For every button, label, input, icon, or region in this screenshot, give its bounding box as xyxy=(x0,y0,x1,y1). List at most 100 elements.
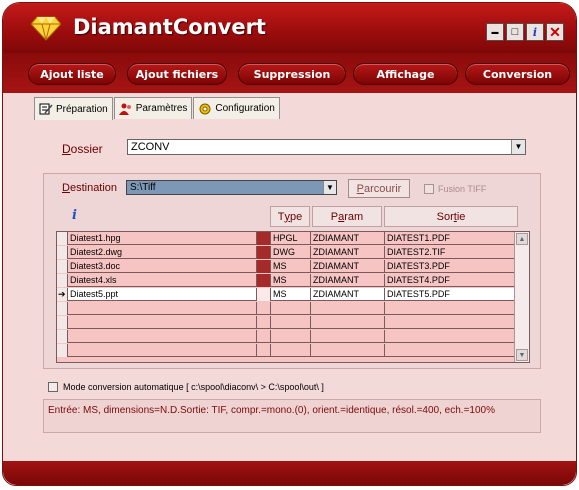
auto-mode-label: Mode conversion automatique [ c:\spool\d… xyxy=(63,382,324,392)
empty-cell xyxy=(271,316,311,329)
column-header-param[interactable]: Pa ram xyxy=(312,206,382,227)
fusion-tiff-option[interactable]: Fusion TIFF xyxy=(424,184,486,194)
conversion-button[interactable]: Conversion xyxy=(465,63,570,85)
empty-cell xyxy=(257,344,271,357)
parcourir-button[interactable]: Parcourir xyxy=(348,179,410,198)
tab-configuration-label: Configuration xyxy=(215,103,275,114)
file-grid: Diatest1.hpg HPGL ZDIAMANT DIATEST1.PDF … xyxy=(56,231,530,363)
tab-parametres[interactable]: Paramètres xyxy=(113,97,193,119)
auto-mode-option[interactable]: Mode conversion automatique [ c:\spool\d… xyxy=(48,382,324,392)
table-row[interactable]: Diatest3.doc MS ZDIAMANT DIATEST3.PDF xyxy=(57,260,515,273)
tab-parametres-label: Paramètres xyxy=(135,103,188,114)
info-button[interactable]: i xyxy=(526,23,544,41)
marker-cell xyxy=(257,274,271,287)
destination-value: S:\Tiff xyxy=(130,182,156,193)
column-header-type[interactable]: Ty pe xyxy=(270,206,310,227)
scroll-down-icon[interactable]: ▼ xyxy=(516,349,528,361)
affichage-button[interactable]: Affichage xyxy=(353,63,458,85)
type-post: pe xyxy=(289,210,303,223)
bottom-bar xyxy=(3,461,576,485)
dossier-label-rest: ossier xyxy=(70,142,103,156)
empty-cell xyxy=(257,316,271,329)
param-cell: ZDIAMANT xyxy=(311,246,385,259)
status-text: Entrée: MS, dimensions=N.D.Sortie: TIF, … xyxy=(48,405,495,416)
type-cell: MS xyxy=(271,288,311,301)
dossier-value: ZCONV xyxy=(131,141,170,153)
close-button[interactable]: ✕ xyxy=(546,23,564,41)
status-bar: Entrée: MS, dimensions=N.D.Sortie: TIF, … xyxy=(43,399,541,433)
empty-cell xyxy=(311,344,385,357)
table-row[interactable]: Diatest1.hpg HPGL ZDIAMANT DIATEST1.PDF xyxy=(57,232,515,245)
row-indicator xyxy=(57,232,68,245)
vertical-scrollbar[interactable]: ▲ ▼ xyxy=(514,232,529,362)
destination-label-rest: estination xyxy=(69,182,118,194)
parcourir-rest: arcourir xyxy=(364,182,402,195)
empty-row[interactable] xyxy=(57,330,515,343)
chevron-down-icon[interactable]: ▼ xyxy=(323,181,336,194)
minimize-button[interactable]: ▬ xyxy=(486,23,504,41)
title-bar[interactable]: DiamantConvert ▬ □ i ✕ xyxy=(3,3,576,53)
empty-cell xyxy=(68,302,257,315)
row-indicator xyxy=(57,246,68,259)
close-icon: ✕ xyxy=(549,23,561,40)
empty-cell xyxy=(257,302,271,315)
empty-row[interactable] xyxy=(57,316,515,329)
chevron-down-icon[interactable]: ▼ xyxy=(511,140,525,154)
fusion-tiff-label: Fusion TIFF xyxy=(438,184,487,194)
suppression-button[interactable]: Suppression xyxy=(238,63,346,85)
row-indicator xyxy=(57,260,68,273)
type-cell: MS xyxy=(271,260,311,273)
ajout-liste-button[interactable]: Ajout liste xyxy=(28,63,116,85)
diamond-logo-icon xyxy=(31,16,61,41)
marker-cell xyxy=(257,246,271,259)
maximize-button[interactable]: □ xyxy=(506,23,524,41)
marker-cell xyxy=(257,232,271,245)
info-icon: i xyxy=(532,25,538,39)
sortie-cell: DIATEST2.TIF xyxy=(387,247,446,257)
tab-bar: Préparation Paramètres Configuration xyxy=(34,97,281,120)
scroll-up-icon[interactable]: ▲ xyxy=(516,233,528,245)
destination-select[interactable]: S:\Tiff ▼ xyxy=(126,180,337,195)
row-indicator xyxy=(57,344,68,357)
empty-row[interactable] xyxy=(57,344,515,357)
empty-cell xyxy=(68,344,257,357)
table-row[interactable]: Diatest4.xls MS ZDIAMANT DIATEST4.PDF xyxy=(57,274,515,287)
empty-cell xyxy=(311,316,385,329)
sortie-post: ie xyxy=(456,210,466,223)
table-row-current[interactable]: ➔ Diatest5.ppt MS ZDIAMANT DIATEST5.PDF xyxy=(57,288,515,301)
empty-cell xyxy=(68,316,257,329)
gear-icon xyxy=(199,103,211,114)
sortie-cell: DIATEST1.PDF xyxy=(387,233,450,243)
column-header-sortie[interactable]: Sor t ie xyxy=(384,206,518,227)
app-title: DiamantConvert xyxy=(73,15,266,39)
file-cell: Diatest4.xls xyxy=(68,274,257,287)
dossier-select[interactable]: ZCONV ▼ xyxy=(127,139,526,155)
current-row-arrow-icon: ➔ xyxy=(57,288,68,301)
file-cell: Diatest2.dwg xyxy=(68,246,257,259)
param-cell: ZDIAMANT xyxy=(311,274,385,287)
tab-preparation[interactable]: Préparation xyxy=(34,97,113,120)
dossier-label-accel: D xyxy=(62,142,71,156)
destination-label: Destination xyxy=(62,182,117,194)
info-icon[interactable]: i xyxy=(72,208,77,223)
param-cell: ZDIAMANT xyxy=(311,260,385,273)
param-cell: ZDIAMANT xyxy=(311,232,385,245)
empty-cell xyxy=(271,330,311,343)
fusion-tiff-checkbox[interactable] xyxy=(424,184,434,194)
users-icon xyxy=(118,103,131,115)
type-pre: T xyxy=(277,210,285,223)
dossier-label: Dossier xyxy=(62,142,103,156)
preparation-icon xyxy=(39,103,53,115)
file-cell: Diatest3.doc xyxy=(68,260,257,273)
ajout-fichiers-button[interactable]: Ajout fichiers xyxy=(127,63,227,85)
table-row[interactable]: Diatest2.dwg DWG ZDIAMANT DIATEST2.TIF xyxy=(57,246,515,259)
empty-row[interactable] xyxy=(57,302,515,315)
minimize-icon: ▬ xyxy=(491,28,499,36)
tab-configuration[interactable]: Configuration xyxy=(193,97,280,119)
type-cell: HPGL xyxy=(271,232,311,245)
maximize-icon: □ xyxy=(511,26,519,38)
row-indicator xyxy=(57,302,68,315)
row-indicator xyxy=(57,330,68,343)
auto-mode-checkbox[interactable] xyxy=(48,382,58,392)
param-pre: P xyxy=(330,210,339,223)
